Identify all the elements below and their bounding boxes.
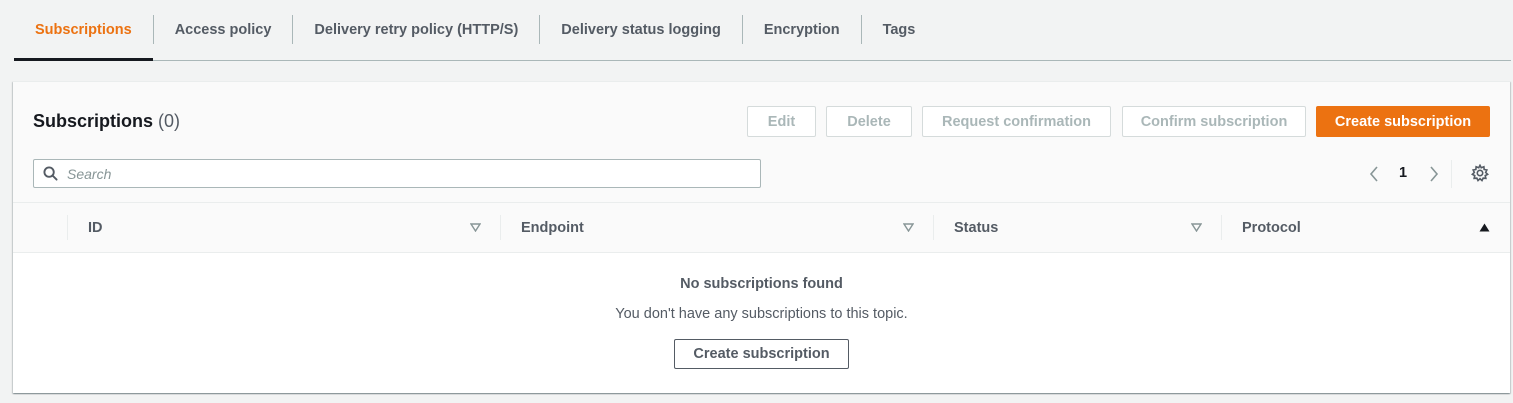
sort-caret-down-icon[interactable] [903,223,914,232]
column-header-endpoint[interactable]: Endpoint [521,203,584,253]
current-page-number[interactable]: 1 [1399,165,1407,181]
empty-create-subscription-button[interactable]: Create subscription [674,339,849,369]
column-divider [933,215,934,240]
tab-delivery-retry-policy[interactable]: Delivery retry policy (HTTP/S) [293,0,539,60]
empty-state-title: No subscriptions found [680,276,843,292]
edit-button[interactable]: Edit [747,106,816,137]
tab-tags[interactable]: Tags [862,0,937,60]
subscription-count: (0) [158,111,181,131]
panel-title-text: Subscriptions [33,111,154,131]
chevron-left-icon[interactable] [1367,164,1381,184]
column-header-status[interactable]: Status [954,203,998,253]
column-header-protocol[interactable]: Protocol [1242,203,1301,253]
column-divider [1221,215,1222,240]
tab-encryption[interactable]: Encryption [743,0,861,60]
confirm-subscription-button[interactable]: Confirm subscription [1122,106,1306,137]
delete-button[interactable]: Delete [826,106,912,137]
sort-caret-down-icon[interactable] [1191,223,1202,232]
column-divider [67,215,68,240]
tab-access-policy[interactable]: Access policy [154,0,293,60]
request-confirmation-button[interactable]: Request confirmation [922,106,1111,137]
create-subscription-button[interactable]: Create subscription [1316,106,1490,137]
search-box[interactable] [33,159,761,188]
panel-title: Subscriptions (0) [33,111,180,132]
empty-state-description: You don't have any subscriptions to this… [615,306,908,322]
tab-subscriptions[interactable]: Subscriptions [14,0,153,61]
column-header-id[interactable]: ID [88,203,103,253]
sort-caret-down-icon[interactable] [470,223,481,232]
tab-delivery-status-logging[interactable]: Delivery status logging [540,0,742,60]
table-header: ID Endpoint Status Protocol [13,203,1510,253]
tab-bar: Subscriptions Access policy Delivery ret… [14,0,1511,61]
search-icon [43,166,58,181]
panel-header: Subscriptions (0) Edit Delete Request co… [13,82,1510,203]
column-divider [500,215,501,240]
settings-gear-icon[interactable] [1471,164,1489,182]
chevron-right-icon[interactable] [1427,164,1441,184]
subscriptions-panel: Subscriptions (0) Edit Delete Request co… [13,81,1510,393]
sort-caret-up-icon[interactable] [1479,223,1490,232]
search-input[interactable] [67,165,747,182]
pager-divider [1451,160,1452,188]
